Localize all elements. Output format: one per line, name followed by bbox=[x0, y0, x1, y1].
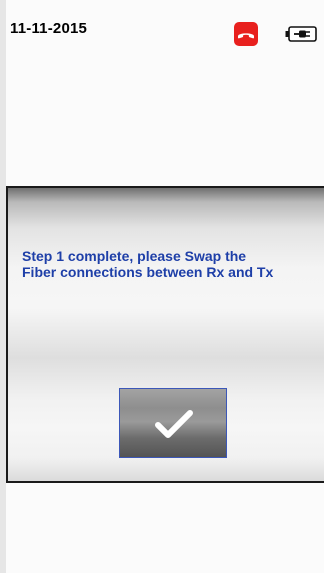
swap-fiber-dialog: Step 1 complete, please Swap the Fiber c… bbox=[6, 186, 324, 483]
checkmark-icon bbox=[154, 409, 194, 439]
battery-charging-icon bbox=[285, 26, 317, 42]
dialog-message-line2: Fiber connections between Rx and Tx bbox=[22, 264, 274, 280]
status-date: 11-11-2015 bbox=[10, 20, 88, 37]
confirm-button[interactable] bbox=[119, 388, 227, 458]
hang-up-phone-icon[interactable] bbox=[234, 22, 258, 46]
device-screen: 11-11-2015 Step 1 complete, please Swap … bbox=[6, 0, 324, 573]
hang-up-phone-icon-glyph bbox=[238, 33, 254, 39]
dialog-message: Step 1 complete, please Swap the Fiber c… bbox=[22, 248, 322, 280]
dialog-message-line1: Step 1 complete, please Swap the bbox=[22, 248, 247, 264]
status-bar: 11-11-2015 bbox=[6, 0, 324, 46]
